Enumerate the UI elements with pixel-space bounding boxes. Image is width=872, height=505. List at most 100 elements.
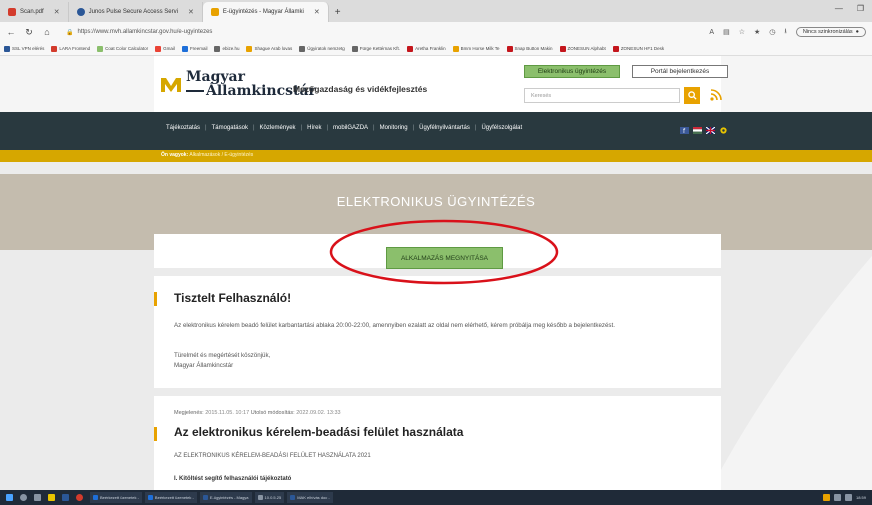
url-field[interactable]: 🔒 https://www.mvh.allamkincstar.gov.hu/e… xyxy=(60,25,660,39)
tab-e-ugyintezes[interactable]: E-ügyintézés - Magyar Államki ✕ xyxy=(202,2,329,22)
rss-icon[interactable] xyxy=(710,89,722,101)
restore-icon[interactable]: ❐ xyxy=(857,4,864,13)
taskbar-app[interactable]: 10.0.5.25 xyxy=(254,492,285,503)
explorer-icon[interactable] xyxy=(48,494,55,501)
bookmark-label: Bmm Horse Milk Te xyxy=(460,46,500,51)
site-subtitle: Mezőgazdaság és vidékfejlesztés xyxy=(293,84,428,94)
notice-card: Tisztelt Felhasználó! Az elektronikus ké… xyxy=(154,276,721,388)
reader-icon[interactable]: ▤ xyxy=(723,28,730,36)
bookmark-icon xyxy=(452,45,459,52)
bookmark-item[interactable]: Snap Button Makin xyxy=(506,45,553,52)
bookmark-item[interactable]: Ügyiratok nemzetg xyxy=(299,45,345,52)
minimize-icon[interactable]: — xyxy=(835,4,843,13)
address-bar-row: ← ↻ ⌂ 🔒 https://www.mvh.allamkincstar.go… xyxy=(0,22,872,42)
nav-item[interactable]: Ügyfélszolgálat xyxy=(476,125,527,131)
tab-junos-pulse[interactable]: Junos Pulse Secure Access Servi ✕ xyxy=(69,2,203,22)
notice-paragraph: Az elektronikus kérelem beadó felület ka… xyxy=(174,322,615,329)
bookmark-item[interactable]: Fürge Kettérnas Kft. xyxy=(351,45,400,52)
nav-item[interactable]: Hírek xyxy=(302,125,326,131)
taskbar-app[interactable]: E-ügyintézés - Magya xyxy=(199,492,252,503)
taskbar-app-label: Beérkezett üzenetek - xyxy=(100,495,139,500)
chrome-icon[interactable] xyxy=(76,494,83,501)
windows-taskbar: Beérkezett üzenetek - Beérkezett üzenetek… xyxy=(0,490,872,505)
accessibility-icon[interactable] xyxy=(719,127,728,134)
e-ugyintezes-button[interactable]: Elektronikus ügyintézés xyxy=(524,65,620,78)
network-icon[interactable] xyxy=(833,494,841,501)
nav-item[interactable]: mobilGAZDA xyxy=(328,125,373,131)
notice-signature: Türelmét és megértését köszönjük, Magyar… xyxy=(174,351,714,370)
back-icon[interactable]: ← xyxy=(6,27,16,37)
taskbar-app[interactable]: Beérkezett üzenetek - xyxy=(144,492,197,503)
browser-toolbar: A ▤ ☆ ★ ◷ ⭳ Nincs szinkronizálás ● xyxy=(709,27,866,38)
main-nav-items: Tájékoztatás | Támogatások | Közlemények | Hír… xyxy=(161,125,527,131)
nav-item[interactable]: Monitoring xyxy=(375,125,413,131)
portal-login-button[interactable]: Portál bejelentkezés xyxy=(632,65,728,78)
history-icon[interactable]: ◷ xyxy=(769,28,775,36)
avatar-icon: ● xyxy=(855,29,859,35)
bookmarks-bar: SSL VPN elérés LARA Frontend Coat Color Ca… xyxy=(0,42,872,56)
taskbar-app-label: Beérkezett üzenetek - xyxy=(154,495,194,500)
system-tray: 18:59 xyxy=(822,494,866,501)
search-button[interactable] xyxy=(684,87,700,104)
tray-icon[interactable] xyxy=(822,494,830,501)
bookmark-item[interactable]: Coat Color Calculator xyxy=(97,45,148,52)
bookmark-label: SSL VPN elérés xyxy=(12,46,45,51)
favorite-icon[interactable]: ☆ xyxy=(739,28,745,36)
home-icon[interactable]: ⌂ xyxy=(42,27,52,37)
bookmark-item[interactable]: Gmail xyxy=(155,45,175,52)
favorites-icon[interactable]: ★ xyxy=(754,28,760,36)
open-application-button[interactable]: ALKALMAZÁS MEGNYITÁSA xyxy=(386,247,503,269)
logo-mark-icon xyxy=(161,78,181,92)
tab-label: Junos Pulse Secure Access Servi xyxy=(88,9,178,15)
facebook-icon[interactable]: f xyxy=(680,127,689,134)
bookmark-icon xyxy=(612,45,619,52)
hungarian-flag-icon[interactable] xyxy=(693,127,702,134)
store-icon[interactable] xyxy=(62,494,69,501)
bookmark-item[interactable]: ZONESUN HF1 Desk xyxy=(612,45,664,52)
task-view-icon[interactable] xyxy=(34,494,41,501)
tab-scan-pdf[interactable]: Scan.pdf ✕ xyxy=(0,2,69,22)
nav-item[interactable]: Közlemények xyxy=(255,125,301,131)
bookmark-item[interactable]: Shague Arab lovas xyxy=(246,45,292,52)
download-icon[interactable]: ⭳ xyxy=(784,27,786,38)
new-tab-button[interactable]: + xyxy=(329,2,347,22)
bookmark-item[interactable]: ebize.hu xyxy=(214,45,239,52)
search-icon xyxy=(687,91,697,100)
read-aloud-icon[interactable]: A xyxy=(709,29,714,36)
tab-label: Scan.pdf xyxy=(20,9,44,15)
breadcrumb-path[interactable]: Alkalmazások / E-ügyintézés xyxy=(189,152,253,158)
bookmark-item[interactable]: Freemail xyxy=(181,45,207,52)
nav-item[interactable]: Támogatások xyxy=(207,125,253,131)
bookmark-label: Ügyiratok nemzetg xyxy=(307,46,345,51)
taskbar-apps: Beérkezett üzenetek - Beérkezett üzenetek… xyxy=(90,492,333,503)
notice-title: Tisztelt Felhasználó! xyxy=(174,291,292,305)
search-input[interactable]: Keresés xyxy=(524,88,680,103)
bookmark-item[interactable]: Bmm Horse Milk Te xyxy=(452,45,500,52)
search-icon[interactable] xyxy=(20,494,27,501)
taskbar-app-label: E-ügyintézés - Magya xyxy=(209,495,249,500)
main-navigation: Tájékoztatás | Támogatások | Közlemények | Hír… xyxy=(0,112,872,150)
close-icon[interactable]: ✕ xyxy=(54,8,60,16)
reload-icon[interactable]: ↻ xyxy=(24,27,34,38)
english-flag-icon[interactable] xyxy=(706,127,715,134)
start-icon[interactable] xyxy=(6,494,13,501)
bookmark-item[interactable]: LARA Frontend xyxy=(51,45,90,52)
clock[interactable]: 18:59 xyxy=(856,495,866,500)
bookmark-item[interactable]: SSL VPN elérés xyxy=(4,45,45,52)
modified-date: 2022.09.02. 13:33 xyxy=(296,410,341,416)
nav-item[interactable]: Ügyfélnyilvántartás xyxy=(414,125,475,131)
close-icon[interactable]: ✕ xyxy=(188,8,194,16)
close-icon[interactable]: ✕ xyxy=(314,8,320,16)
volume-icon[interactable] xyxy=(844,494,852,501)
nav-item[interactable]: Tájékoztatás xyxy=(161,125,205,131)
bookmark-item[interactable]: Aretha Franklin xyxy=(407,45,446,52)
bookmark-label: Aretha Franklin xyxy=(415,46,446,51)
page-title: ELEKTRONIKUS ÜGYINTÉZÉS xyxy=(336,194,536,209)
bookmark-icon xyxy=(214,45,221,52)
modified-label: Utolsó módosítás: xyxy=(250,410,295,416)
bookmark-icon xyxy=(51,45,58,52)
taskbar-app[interactable]: Beérkezett üzenetek - xyxy=(90,492,142,503)
taskbar-app[interactable]: MAK elhívás doc - xyxy=(287,492,333,503)
profile-button[interactable]: Nincs szinkronizálás ● xyxy=(795,27,866,37)
bookmark-item[interactable]: ZONESUN Alphabt xyxy=(559,45,606,52)
